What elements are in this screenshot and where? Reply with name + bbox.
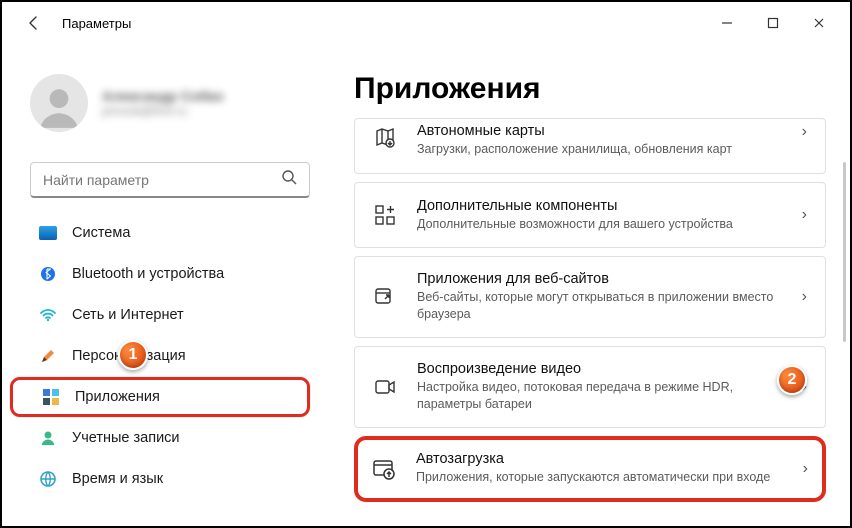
avatar	[30, 74, 88, 132]
account-profile[interactable]: Александр Собко privsob@first-ru	[2, 44, 326, 154]
chevron-right-icon: ›	[802, 288, 807, 306]
sidebar-item-label: Bluetooth и устройства	[72, 266, 224, 282]
callout-2: 2	[777, 365, 807, 395]
app-link-icon	[371, 283, 399, 311]
card-offline-maps[interactable]: Автономные карты Загрузки, расположение …	[354, 118, 826, 174]
sidebar-item-accounts[interactable]: Учетные записи	[10, 418, 310, 458]
card-desc: Загрузки, расположение хранилища, обновл…	[417, 141, 784, 158]
card-title: Приложения для веб-сайтов	[417, 271, 784, 287]
card-title: Автономные карты	[417, 123, 784, 139]
window-controls	[704, 7, 842, 39]
sidebar-item-bluetooth[interactable]: Bluetooth и устройства	[10, 254, 310, 294]
card-desc: Приложения, которые запускаются автомати…	[416, 469, 785, 486]
map-icon	[371, 123, 399, 151]
search-box[interactable]	[30, 162, 310, 198]
apps-icon	[41, 387, 61, 407]
card-desc: Настройка видео, потоковая передача в ре…	[417, 379, 784, 413]
card-startup[interactable]: Автозагрузка Приложения, которые запуска…	[354, 436, 826, 502]
card-desc: Веб-сайты, которые могут открываться в п…	[417, 289, 784, 323]
video-icon	[371, 373, 399, 401]
search-input[interactable]	[43, 172, 281, 188]
profile-email: privsob@first-ru	[102, 104, 224, 118]
card-video-playback[interactable]: Воспроизведение видео Настройка видео, п…	[354, 346, 826, 428]
sidebar-item-system[interactable]: Система	[10, 213, 310, 253]
card-desc: Дополнительные возможности для вашего ус…	[417, 216, 784, 233]
search-icon	[281, 169, 297, 190]
profile-text: Александр Собко privsob@first-ru	[102, 88, 224, 118]
sidebar-item-apps[interactable]: Приложения	[10, 377, 310, 417]
nav-list: Система Bluetooth и устройства Сеть и Ин…	[2, 212, 326, 526]
sidebar-item-label: Система	[72, 225, 130, 241]
chevron-right-icon: ›	[802, 206, 807, 224]
card-title: Автозагрузка	[416, 451, 785, 467]
sidebar-item-personalization[interactable]: Персонализация 1	[10, 336, 310, 376]
chevron-right-icon: ›	[803, 460, 808, 478]
startup-icon	[370, 455, 398, 483]
sidebar-item-network[interactable]: Сеть и Интернет	[10, 295, 310, 335]
sidebar-item-label: Сеть и Интернет	[72, 307, 184, 323]
title-bar: Параметры	[2, 2, 850, 44]
scrollbar[interactable]	[843, 162, 846, 342]
profile-name: Александр Собко	[102, 88, 224, 104]
card-title: Дополнительные компоненты	[417, 198, 784, 214]
window-title: Параметры	[62, 16, 131, 31]
card-apps-for-websites[interactable]: Приложения для веб-сайтов Веб-сайты, кот…	[354, 256, 826, 338]
card-optional-features[interactable]: Дополнительные компоненты Дополнительные…	[354, 182, 826, 248]
close-button[interactable]	[796, 7, 842, 39]
cards-list: Автономные карты Загрузки, расположение …	[354, 118, 826, 522]
sidebar: Александр Собко privsob@first-ru Система…	[2, 44, 332, 526]
sidebar-item-label: Учетные записи	[72, 430, 180, 446]
bluetooth-icon	[38, 264, 58, 284]
grid-plus-icon	[371, 201, 399, 229]
maximize-button[interactable]	[750, 7, 796, 39]
chevron-right-icon: ›	[802, 123, 807, 141]
card-title: Воспроизведение видео	[417, 361, 784, 377]
wifi-icon	[38, 305, 58, 325]
system-icon	[38, 223, 58, 243]
main-panel: Приложения Автономные карты Загрузки, ра…	[332, 44, 850, 526]
minimize-button[interactable]	[704, 7, 750, 39]
sidebar-item-label: Приложения	[75, 389, 160, 405]
sidebar-item-time-language[interactable]: Время и язык	[10, 459, 310, 499]
callout-1: 1	[118, 340, 148, 370]
brush-icon	[38, 346, 58, 366]
page-title: Приложения	[354, 72, 826, 106]
sidebar-item-label: Время и язык	[72, 471, 163, 487]
back-button[interactable]	[22, 11, 46, 35]
globe-icon	[38, 469, 58, 489]
account-icon	[38, 428, 58, 448]
